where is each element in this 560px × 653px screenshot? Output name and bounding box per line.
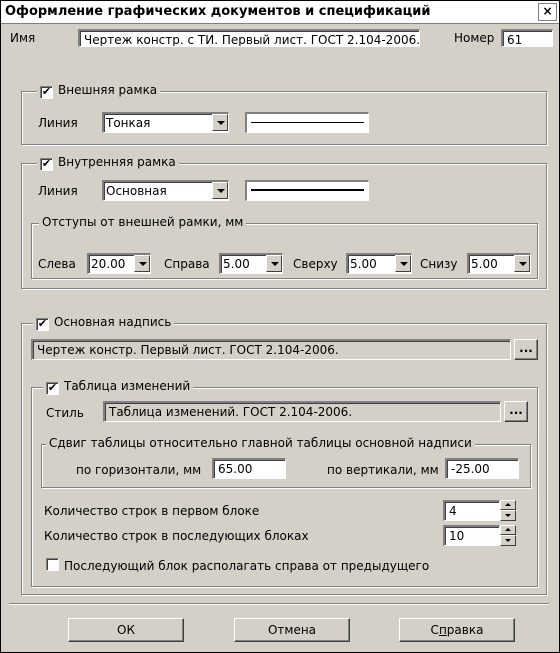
bottom-offset-value: 5.00 [471, 257, 498, 271]
place-right-label: Последующий блок располагать справа от п… [64, 559, 430, 573]
outer-line-select[interactable]: Тонкая [102, 112, 229, 133]
chevron-down-icon[interactable] [514, 255, 530, 272]
title-block-browse-button[interactable]: ... [514, 339, 538, 360]
right-offset-select[interactable]: 5.00 [219, 253, 283, 274]
changes-table-checkbox[interactable]: ✔ Таблица изменений [43, 379, 194, 395]
dialog-title: Оформление графических документов и спец… [5, 4, 431, 19]
inner-line-preview [245, 180, 369, 201]
bottom-offset-label: Снизу [420, 257, 458, 271]
spin-down-icon[interactable] [500, 535, 516, 546]
place-right-checkbox[interactable]: Последующий блок располагать справа от п… [46, 558, 429, 573]
style-browse-button[interactable]: ... [504, 401, 528, 422]
number-field[interactable]: 61 [501, 29, 553, 47]
spin-up-icon[interactable] [500, 525, 516, 535]
rows-next-label: Количество строк в последующих блоках [44, 529, 309, 543]
vertical-shift-field[interactable]: -25.00 [445, 458, 519, 479]
top-offset-label: Сверху [293, 257, 338, 271]
inner-frame-label: Внутренняя рамка [58, 155, 176, 169]
horizontal-shift-field[interactable]: 65.00 [212, 458, 286, 479]
thin-line-sample [251, 122, 364, 123]
title-block-label: Основная надпись [54, 315, 172, 329]
inner-line-label: Линия [38, 184, 78, 198]
rows-next-field[interactable]: 10 [443, 525, 500, 546]
chevron-down-icon[interactable] [266, 255, 282, 272]
title-block-field[interactable]: Чертеж констр. Первый лист. ГОСТ 2.104-2… [31, 339, 511, 360]
button-separator [9, 603, 549, 605]
help-label-accelerator: п [438, 623, 447, 637]
checkbox-check-icon: ✔ [40, 85, 53, 99]
close-button[interactable]: × [538, 3, 557, 21]
title-block-checkbox[interactable]: ✔ Основная надпись [33, 315, 175, 331]
spin-up-icon[interactable] [500, 500, 516, 510]
ok-button[interactable]: ОК [68, 618, 184, 642]
spin-down-icon[interactable] [500, 510, 516, 521]
name-field[interactable]: Чертеж констр. с ТИ. Первый лист. ГОСТ 2… [78, 29, 420, 47]
name-label: Имя [10, 31, 36, 45]
left-offset-label: Слева [38, 257, 76, 271]
title-bar[interactable]: Оформление графических документов и спец… [1, 1, 559, 24]
style-label: Стиль [46, 406, 84, 420]
checkbox-check-icon: ✔ [36, 317, 49, 331]
outer-line-preview [245, 112, 369, 133]
rows-first-label: Количество строк в первом блоке [44, 504, 260, 518]
vertical-shift-label: по вертикали, мм [327, 463, 439, 477]
outer-line-value: Тонкая [106, 116, 151, 130]
changes-table-label: Таблица изменений [64, 379, 191, 393]
rows-first-stepper[interactable] [500, 500, 516, 521]
shift-label: Сдвиг таблицы относительно главной табли… [46, 436, 475, 450]
outer-frame-checkbox[interactable]: ✔ Внешняя рамка [37, 83, 161, 99]
chevron-down-icon[interactable] [134, 255, 150, 272]
help-label-suffix: равка [446, 623, 484, 637]
rows-next-stepper[interactable] [500, 525, 516, 546]
outer-frame-label: Внешняя рамка [58, 83, 158, 97]
cancel-button[interactable]: Отмена [234, 618, 350, 642]
left-offset-select[interactable]: 20.00 [87, 253, 151, 274]
inner-line-value: Основная [106, 184, 167, 198]
thick-line-sample [251, 189, 364, 191]
chevron-down-icon[interactable] [212, 114, 228, 131]
outer-line-label: Линия [38, 116, 78, 130]
checkbox-check-icon: ✔ [40, 157, 53, 171]
offsets-label: Отступы от внешней рамки, мм [39, 215, 247, 229]
top-offset-value: 5.00 [350, 257, 377, 271]
top-offset-select[interactable]: 5.00 [346, 253, 412, 274]
horizontal-shift-label: по горизонтали, мм [76, 463, 202, 477]
dialog-window: Оформление графических документов и спец… [0, 0, 560, 653]
left-offset-value: 20.00 [91, 257, 126, 271]
rows-first-field[interactable]: 4 [443, 500, 500, 521]
right-offset-label: Справа [164, 257, 210, 271]
checkbox-box [46, 558, 59, 571]
inner-line-select[interactable]: Основная [102, 180, 229, 201]
number-label: Номер [454, 31, 495, 45]
chevron-down-icon[interactable] [212, 182, 228, 199]
inner-frame-checkbox[interactable]: ✔ Внутренняя рамка [37, 155, 179, 171]
bottom-offset-select[interactable]: 5.00 [467, 253, 531, 274]
checkbox-check-icon: ✔ [46, 381, 59, 395]
help-label-prefix: С [430, 623, 439, 637]
help-button[interactable]: Справка [399, 618, 515, 642]
chevron-down-icon[interactable] [395, 255, 411, 272]
right-offset-value: 5.00 [223, 257, 250, 271]
style-field[interactable]: Таблица изменений. ГОСТ 2.104-2006. [103, 401, 501, 422]
